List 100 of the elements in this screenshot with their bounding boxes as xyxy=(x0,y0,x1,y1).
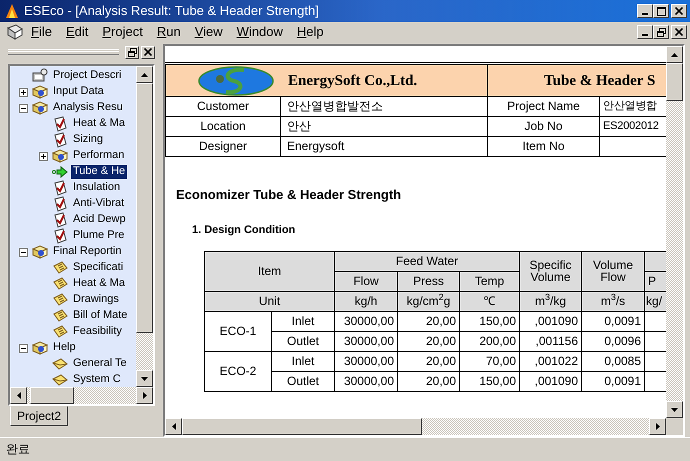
tree-item[interactable]: Project Descri xyxy=(51,69,124,83)
expand-icon[interactable] xyxy=(18,88,28,96)
unit-label: m$^{3}$/s xyxy=(600,294,626,308)
tree-item[interactable]: Performan xyxy=(71,149,126,163)
right-arrow-icon xyxy=(656,423,660,430)
tree-item[interactable]: Sizing xyxy=(71,133,105,147)
table-cell: 20,00 xyxy=(426,334,456,348)
field-label: Item No xyxy=(522,139,565,154)
restore-button[interactable] xyxy=(653,25,669,39)
scrollbar-thumb[interactable] xyxy=(30,387,74,404)
expand-icon[interactable] xyxy=(38,152,48,160)
envelope-icon xyxy=(52,372,68,387)
field-value: 안산열병합 xyxy=(603,100,658,112)
menu-item[interactable]: Run xyxy=(150,24,188,40)
close-button[interactable] xyxy=(671,25,687,39)
restore-button[interactable] xyxy=(125,46,139,58)
tree-item[interactable]: Insulation xyxy=(71,181,122,195)
scrollbar-thumb[interactable] xyxy=(182,418,422,435)
scroll-left-button[interactable] xyxy=(10,387,27,404)
scroll-down-button[interactable] xyxy=(666,401,683,418)
table-cell: 70,00 xyxy=(486,354,516,368)
table-cell: 30000,00 xyxy=(344,314,394,328)
tree-item[interactable]: Final Reportin xyxy=(51,245,124,259)
minimize-button[interactable] xyxy=(637,25,653,39)
scroll-up-button[interactable] xyxy=(136,66,153,83)
company-name: EnergySoft Co.,Ltd. xyxy=(288,72,418,90)
table-cell: ,001022 xyxy=(534,354,578,368)
unit-label: kg/cm$^{2}$g xyxy=(406,294,450,308)
unit-label: m$^{3}$/kg xyxy=(535,294,566,308)
scroll-right-button[interactable] xyxy=(136,387,153,404)
tree-item[interactable]: System C xyxy=(71,373,123,387)
close-button[interactable] xyxy=(671,4,687,18)
field-label: Job No xyxy=(524,119,563,134)
tree-item[interactable]: Specificati xyxy=(71,261,126,275)
collapse-icon[interactable] xyxy=(18,248,28,256)
scroll-down-button[interactable] xyxy=(136,370,153,387)
tree-item[interactable]: Input Data xyxy=(51,85,106,99)
column-header: Item xyxy=(258,264,282,278)
tree-item[interactable]: Help xyxy=(51,341,78,355)
tree-item[interactable]: Bill of Mate xyxy=(71,309,130,323)
tree-item[interactable]: Plume Pre xyxy=(71,229,126,243)
pane-tab[interactable]: Project2 xyxy=(10,406,68,426)
note-icon xyxy=(52,324,68,340)
field-label: Project Name xyxy=(507,99,580,114)
flame-icon xyxy=(4,3,20,19)
restore-icon xyxy=(656,28,666,36)
left-arrow-icon xyxy=(172,423,176,430)
left-arrow-icon xyxy=(16,392,20,399)
tree-item[interactable]: Anti-Vibrat xyxy=(71,197,126,211)
note-icon xyxy=(52,308,68,324)
field-value: Energysoft xyxy=(287,139,344,154)
menu-item[interactable]: Edit xyxy=(58,24,96,40)
maximize-button[interactable] xyxy=(653,4,669,18)
column-header: Feed Water xyxy=(396,254,458,268)
status-text: 완료 xyxy=(6,442,30,457)
checklist-icon xyxy=(52,180,68,196)
table-cell: 20,00 xyxy=(426,314,456,328)
tree-item[interactable]: Heat & Ma xyxy=(71,117,127,131)
note-icon xyxy=(52,276,68,292)
table-cell: 30000,00 xyxy=(344,354,394,368)
down-arrow-icon xyxy=(671,408,678,412)
arrow-icon xyxy=(52,164,68,180)
row-header: ECO-2 xyxy=(220,364,256,378)
close-button[interactable] xyxy=(141,46,155,58)
table-cell: 200,00 xyxy=(479,334,516,348)
collapse-icon[interactable] xyxy=(18,344,28,352)
tree-item[interactable]: Heat & Ma xyxy=(71,277,127,291)
menu-item[interactable]: Help xyxy=(290,24,331,40)
field-label: Designer xyxy=(198,139,248,154)
scroll-up-button[interactable] xyxy=(666,46,683,63)
menu-item[interactable]: File xyxy=(24,24,59,40)
table-cell: 30000,00 xyxy=(344,374,394,388)
restore-icon xyxy=(128,48,136,56)
scrollbar-thumb[interactable] xyxy=(666,63,683,101)
unit-label: ℃ xyxy=(484,294,496,308)
close-icon xyxy=(144,48,152,56)
row-header: ECO-1 xyxy=(220,324,256,338)
tree-item[interactable]: Acid Dewp xyxy=(71,213,128,227)
table-cell: 0,0091 xyxy=(604,314,642,328)
menu-item[interactable]: Window xyxy=(230,24,290,40)
checklist-icon xyxy=(52,196,68,212)
window-title: ESEco - [Analysis Result: Tube & Header Strength] xyxy=(24,3,320,19)
minimize-button[interactable] xyxy=(637,4,653,18)
checklist-icon xyxy=(52,212,68,228)
tree-item[interactable]: Analysis Resu xyxy=(51,101,125,115)
tree-item[interactable]: Feasibility xyxy=(71,325,124,339)
up-arrow-icon xyxy=(141,72,148,76)
collapse-icon[interactable] xyxy=(18,104,28,112)
tree-item[interactable]: General Te xyxy=(71,357,129,371)
checklist-icon xyxy=(52,228,68,244)
note-icon xyxy=(52,292,68,308)
scroll-right-button[interactable] xyxy=(649,418,666,435)
menu-item[interactable]: Project xyxy=(95,24,150,40)
tree-item[interactable]: Drawings xyxy=(71,293,121,307)
up-arrow-icon xyxy=(671,52,678,56)
scroll-left-button[interactable] xyxy=(165,418,182,435)
tree-item[interactable]: Tube & He xyxy=(71,165,128,179)
table-cell: ,001090 xyxy=(534,314,578,328)
table-cell: 0,0096 xyxy=(604,334,642,348)
menu-item[interactable]: View xyxy=(188,24,230,40)
